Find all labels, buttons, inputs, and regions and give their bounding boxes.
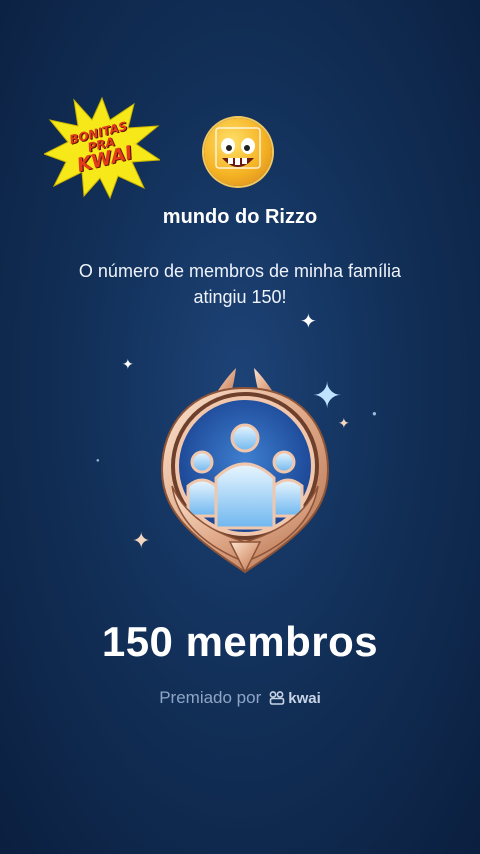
username: mundo do Rizzo (162, 206, 318, 228)
bonitas-pra-kwai-sticker: BONITAS PRA KWAI (44, 96, 160, 200)
sparkle-icon: ● (372, 409, 377, 418)
member-count-title: 150 membros (101, 618, 379, 665)
awarded-by-label: Premiado por (159, 688, 262, 707)
kwai-brand: kwai (269, 690, 321, 707)
awarded-by: Premiado por kwai (0, 688, 480, 708)
sparkle-icon: ✦ (132, 528, 151, 553)
family-badge-icon (150, 366, 340, 576)
sparkle-icon: ✦ (122, 356, 134, 372)
sparkle-icon: ● (96, 458, 100, 464)
kwai-brand-label: kwai (288, 689, 321, 707)
kwai-logo-icon (269, 691, 285, 705)
sparkle-icon: ✦ (300, 311, 317, 333)
milestone-message: O número de membros de minha família ati… (78, 261, 402, 307)
emoji-avatar-icon[interactable] (204, 118, 272, 186)
